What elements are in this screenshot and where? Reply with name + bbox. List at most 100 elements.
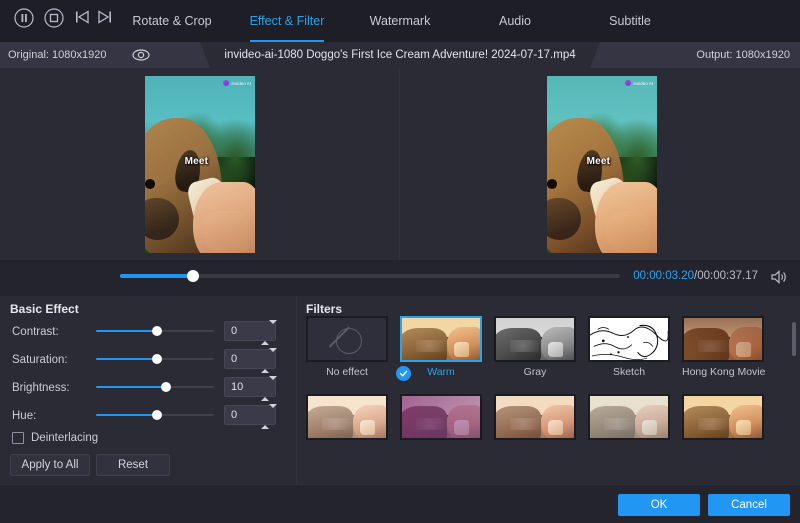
original-preview[interactable]: Meet invideo AI xyxy=(145,76,255,253)
caption-text: Meet xyxy=(587,156,611,167)
filter-thumbnail[interactable] xyxy=(682,394,764,440)
dog-eye xyxy=(145,179,155,189)
deinterlacing-label: Deinterlacing xyxy=(31,432,98,444)
effect-label-2: Brightness: xyxy=(12,382,70,394)
filter-item-no-effect[interactable]: No effect xyxy=(306,316,388,378)
filter-item-row2-3[interactable] xyxy=(588,394,670,440)
stepper-up-icon[interactable] xyxy=(261,408,269,429)
filter-thumbnail[interactable] xyxy=(306,316,388,362)
tab-effect-filter[interactable]: Effect & Filter xyxy=(232,0,342,42)
next-frame-icon[interactable] xyxy=(96,8,114,31)
previous-frame-icon[interactable] xyxy=(73,8,91,31)
stepper-up-icon[interactable] xyxy=(261,352,269,373)
slider-fill xyxy=(96,358,157,360)
cancel-label: Cancel xyxy=(731,499,767,511)
effect-stepper-3[interactable]: 0 xyxy=(224,405,276,425)
filter-item-gray[interactable]: Gray xyxy=(494,316,576,378)
cancel-button[interactable]: Cancel xyxy=(708,494,790,516)
filter-item-warm[interactable]: Warm xyxy=(400,316,482,378)
slider-handle[interactable] xyxy=(152,354,162,364)
filter-item-sketch[interactable]: Sketch xyxy=(588,316,670,378)
checkbox-box[interactable] xyxy=(12,432,24,444)
video-frame-original: Meet invideo AI xyxy=(145,76,255,253)
stop-icon[interactable] xyxy=(44,8,64,33)
effect-label-3: Hue: xyxy=(12,410,36,422)
filter-thumbnail[interactable] xyxy=(400,316,482,362)
reset-button[interactable]: Reset xyxy=(96,454,170,476)
deinterlacing-checkbox[interactable]: Deinterlacing xyxy=(12,432,98,444)
filter-thumbnail[interactable] xyxy=(588,394,670,440)
stepper-value: 0 xyxy=(231,322,237,340)
tab-subtitle[interactable]: Subtitle xyxy=(595,0,665,42)
total-time: 00:00:37.17 xyxy=(697,270,758,282)
watermark-logo: invideo AI xyxy=(223,80,251,86)
video-frame-output: Meet invideo AI xyxy=(547,76,657,253)
effect-stepper-1[interactable]: 0 xyxy=(224,349,276,369)
filter-item-row2-0[interactable] xyxy=(306,394,388,440)
filter-thumbnail[interactable] xyxy=(306,394,388,440)
effect-slider-2[interactable] xyxy=(96,380,214,394)
slider-handle[interactable] xyxy=(161,382,171,392)
playback-scrubber[interactable] xyxy=(120,274,620,278)
logo-dot-icon xyxy=(223,80,229,86)
effect-stepper-0[interactable]: 0 xyxy=(224,321,276,341)
filter-label: Sketch xyxy=(588,366,670,378)
slider-handle[interactable] xyxy=(152,326,162,336)
filter-thumbnail[interactable] xyxy=(400,394,482,440)
stepper-up-icon[interactable] xyxy=(261,380,269,401)
tab-label: Effect & Filter xyxy=(250,14,325,28)
tab-audio[interactable]: Audio xyxy=(480,0,550,42)
filter-thumbnail-image xyxy=(590,318,668,360)
slider-handle[interactable] xyxy=(152,410,162,420)
basic-effect-title: Basic Effect xyxy=(10,302,79,316)
no-effect-icon xyxy=(308,318,388,362)
pause-icon[interactable] xyxy=(14,8,34,33)
effect-slider-0[interactable] xyxy=(96,324,214,338)
filters-scrollbar[interactable] xyxy=(792,322,796,356)
slider-fill xyxy=(96,330,157,332)
filter-tint-overlay xyxy=(496,396,574,438)
stepper-value: 0 xyxy=(231,350,237,368)
filter-item-row2-1[interactable] xyxy=(400,394,482,440)
tab-rotate-crop[interactable]: Rotate & Crop xyxy=(120,0,224,42)
output-preview[interactable]: Meet invideo AI xyxy=(547,76,657,253)
filter-tint-overlay xyxy=(684,396,762,438)
effect-label-1: Saturation: xyxy=(12,354,68,366)
stepper-down-icon[interactable] xyxy=(269,404,277,425)
stepper-arrows[interactable] xyxy=(261,324,270,339)
filter-item-row2-4[interactable] xyxy=(682,394,764,440)
filter-tint-overlay xyxy=(496,318,574,360)
filter-thumbnail[interactable] xyxy=(494,394,576,440)
filter-label: No effect xyxy=(306,366,388,378)
reset-label: Reset xyxy=(118,459,148,471)
ok-button[interactable]: OK xyxy=(618,494,700,516)
filter-thumbnail[interactable] xyxy=(494,316,576,362)
eye-icon[interactable] xyxy=(131,46,151,64)
file-name-label: invideo-ai-1080 Doggo's First Ice Cream … xyxy=(0,42,800,68)
stepper-arrows[interactable] xyxy=(261,380,270,395)
filter-label: Hong Kong Movie xyxy=(682,366,764,378)
stepper-arrows[interactable] xyxy=(261,408,270,423)
stepper-down-icon[interactable] xyxy=(269,376,277,397)
stepper-up-icon[interactable] xyxy=(261,324,269,345)
apply-to-all-button[interactable]: Apply to All xyxy=(10,454,90,476)
effect-slider-3[interactable] xyxy=(96,408,214,422)
filter-thumbnail[interactable] xyxy=(588,316,670,362)
filter-item-row2-2[interactable] xyxy=(494,394,576,440)
filter-item-hong-kong-movie[interactable]: Hong Kong Movie xyxy=(682,316,764,378)
stepper-down-icon[interactable] xyxy=(269,320,277,341)
effect-stepper-2[interactable]: 10 xyxy=(224,377,276,397)
tab-label: Watermark xyxy=(370,14,431,28)
tab-watermark[interactable]: Watermark xyxy=(355,0,445,42)
filter-thumbnail[interactable] xyxy=(682,316,764,362)
panel-divider xyxy=(296,296,297,484)
scrubber-handle[interactable] xyxy=(187,270,199,282)
stepper-down-icon[interactable] xyxy=(269,348,277,369)
volume-icon[interactable] xyxy=(770,269,788,285)
filter-label: Warm xyxy=(400,366,482,378)
tab-label: Subtitle xyxy=(609,14,651,28)
check-icon xyxy=(396,366,411,381)
stepper-arrows[interactable] xyxy=(261,352,270,367)
effect-slider-1[interactable] xyxy=(96,352,214,366)
apply-to-all-label: Apply to All xyxy=(22,459,79,471)
